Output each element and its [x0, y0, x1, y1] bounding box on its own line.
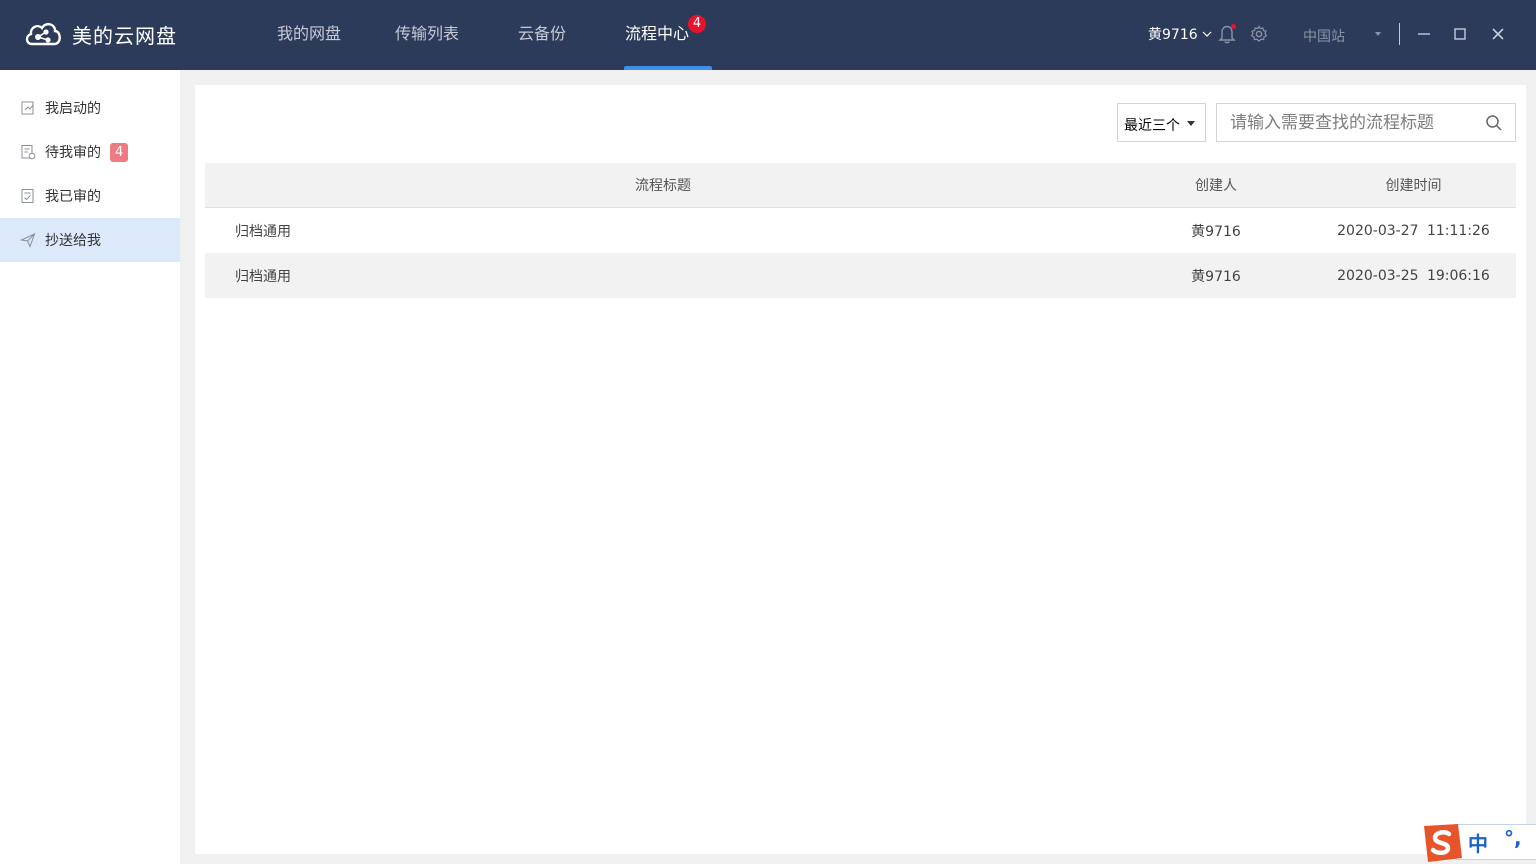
- sidebar-item-label: 我启动的: [45, 101, 101, 117]
- cell-title: 归档通用: [235, 223, 291, 240]
- username: 黄9716: [1148, 27, 1198, 43]
- user-menu[interactable]: 黄9716: [1148, 24, 1212, 44]
- maximize-icon[interactable]: [1448, 22, 1472, 46]
- tab-label: 我的网盘: [276, 24, 341, 43]
- cell-time: 2020-03-27 11:11:26: [1337, 222, 1490, 239]
- time-range-dropdown[interactable]: 最近三个: [1117, 103, 1206, 142]
- tab-my-drive[interactable]: 我的网盘: [250, 0, 368, 70]
- gear-icon[interactable]: [1250, 25, 1268, 43]
- search-icon[interactable]: [1485, 114, 1503, 132]
- cell-creator: 黄9716: [1191, 223, 1241, 240]
- dropdown-value: 最近三个: [1124, 118, 1180, 134]
- region-selector[interactable]: 中国站: [1303, 26, 1345, 46]
- cell-creator: 黄9716: [1191, 268, 1241, 285]
- search-input[interactable]: [1217, 104, 1477, 141]
- tab-transfer-list[interactable]: 传输列表: [368, 0, 486, 70]
- main-nav: 我的网盘 传输列表 云备份 流程中心 4: [250, 0, 716, 70]
- minimize-icon[interactable]: [1412, 22, 1436, 46]
- bell-notification-dot: [1231, 24, 1236, 29]
- column-header-title[interactable]: 流程标题: [205, 175, 1121, 195]
- sidebar-item-label: 待我审的: [45, 145, 101, 161]
- app-logo: 美的云网盘: [24, 18, 177, 50]
- tab-label: 云备份: [517, 24, 566, 43]
- tab-process-center[interactable]: 流程中心 4: [598, 0, 716, 70]
- caret-down-icon: [1187, 121, 1195, 126]
- sidebar: 我启动的 待我审的 4 我已审的 抄送给我: [0, 70, 180, 864]
- sogou-logo-icon: [1424, 824, 1462, 862]
- sidebar-item-pending-review[interactable]: 待我审的 4: [0, 130, 180, 174]
- table-row[interactable]: 归档通用 黄9716 2020-03-27 11:11:26: [205, 208, 1516, 253]
- active-tab-indicator: [624, 66, 712, 70]
- column-header-time[interactable]: 创建时间: [1311, 175, 1516, 195]
- sidebar-item-label: 抄送给我: [45, 233, 101, 249]
- tab-label: 传输列表: [394, 24, 459, 43]
- cloud-logo-icon: [25, 23, 61, 46]
- pending-count-badge: 4: [110, 142, 129, 162]
- title-bar: 美的云网盘 我的网盘 传输列表 云备份 流程中心 4 黄9716 中国站: [0, 0, 1536, 70]
- done-doc-icon: [21, 189, 34, 203]
- app-title: 美的云网盘: [72, 23, 177, 48]
- process-table: 流程标题 创建人 创建时间 归档通用 黄9716 2020-03-27 11:1…: [205, 163, 1516, 298]
- tab-label: 流程中心: [624, 24, 689, 43]
- ime-toolbar[interactable]: 中 °,: [1418, 822, 1536, 864]
- sidebar-item-label: 我已审的: [45, 189, 101, 205]
- ime-punctuation: °,: [1504, 826, 1522, 850]
- edit-doc-icon: [21, 101, 34, 115]
- send-icon: [20, 233, 36, 248]
- main-panel: 最近三个 流程标题 创建人 创建时间 归档通用 黄9716 2020-03-27…: [195, 85, 1526, 854]
- ime-mode: 中: [1468, 832, 1488, 856]
- table-header: 流程标题 创建人 创建时间: [205, 163, 1516, 208]
- sidebar-item-reviewed[interactable]: 我已审的: [0, 174, 180, 218]
- tab-cloud-backup[interactable]: 云备份: [486, 0, 598, 70]
- search-box: [1216, 103, 1516, 142]
- table-row[interactable]: 归档通用 黄9716 2020-03-25 19:06:16: [205, 253, 1516, 298]
- chevron-down-icon: [1202, 31, 1212, 37]
- close-icon[interactable]: [1486, 22, 1510, 46]
- cell-title: 归档通用: [235, 268, 291, 285]
- notification-badge: 4: [688, 15, 706, 33]
- cell-time: 2020-03-25 19:06:16: [1337, 267, 1490, 284]
- pending-doc-icon: [21, 145, 36, 160]
- sidebar-item-started-by-me[interactable]: 我启动的: [0, 86, 180, 130]
- column-header-creator[interactable]: 创建人: [1121, 175, 1311, 195]
- divider: [1399, 23, 1400, 45]
- caret-down-icon[interactable]: [1373, 30, 1383, 38]
- sidebar-item-cc-to-me[interactable]: 抄送给我: [0, 218, 180, 262]
